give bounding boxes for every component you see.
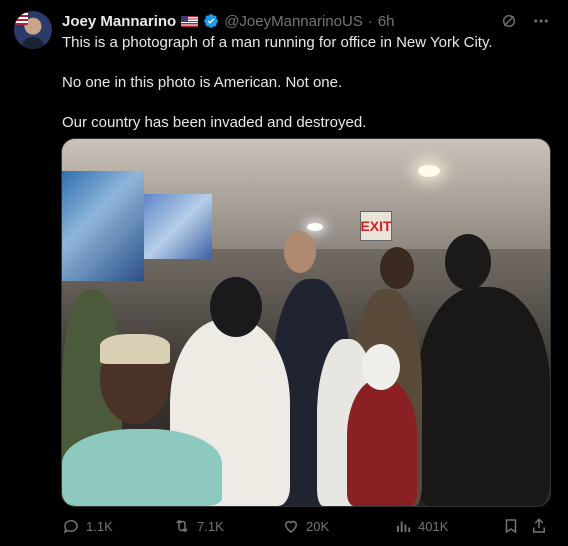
views-count: 401K	[418, 518, 449, 534]
avatar-flag	[14, 11, 28, 25]
reply-button[interactable]: 1.1K	[62, 517, 113, 535]
reply-count: 1.1K	[86, 518, 113, 534]
avatar-suit	[22, 37, 44, 49]
action-bar: 1.1K 7.1K 20K 401K	[62, 517, 548, 537]
top-right-actions	[500, 12, 550, 30]
tweet-text-line-1: This is a photograph of a man running fo…	[62, 34, 493, 51]
views-icon	[397, 521, 411, 532]
photo-person	[417, 287, 550, 506]
avatar[interactable]	[14, 11, 52, 49]
author-name[interactable]: Joey Mannarino	[62, 13, 176, 30]
like-icon	[284, 520, 298, 533]
repost-icon	[176, 519, 188, 533]
photo-person-head	[210, 277, 262, 337]
repost-button[interactable]: 7.1K	[173, 517, 224, 535]
tweet[interactable]: Joey Mannarino @JoeyMannarinoUS · 6h Thi…	[0, 0, 568, 546]
author-handle[interactable]: @JoeyMannarinoUS	[224, 13, 363, 30]
views-button[interactable]: 401K	[394, 517, 448, 535]
photo-person-head	[380, 247, 414, 289]
photo-wall-screen	[144, 194, 212, 259]
us-flag-icon	[181, 15, 199, 27]
like-button[interactable]: 20K	[282, 517, 329, 535]
separator-dot: ·	[367, 12, 373, 30]
reply-icon	[63, 519, 78, 534]
tweet-text: This is a photograph of a man running fo…	[62, 33, 542, 153]
grok-icon[interactable]	[500, 12, 518, 30]
more-icon[interactable]	[532, 12, 550, 30]
photo-person	[62, 429, 222, 506]
verified-icon	[204, 14, 219, 28]
photo-person-cap	[100, 334, 170, 364]
tweet-photo[interactable]: EXIT	[61, 138, 551, 507]
like-count: 20K	[306, 518, 330, 534]
repost-count: 7.1K	[197, 518, 224, 534]
tweet-text-line-3: Our country has been invaded and destroy…	[62, 114, 367, 131]
bookmark-button[interactable]	[502, 517, 520, 535]
photo-ceiling-light	[418, 165, 440, 177]
bookmark-icon	[505, 519, 517, 534]
photo-ceiling-light	[307, 223, 323, 231]
photo-person-head	[284, 231, 316, 273]
photo-wall-screen	[62, 171, 144, 281]
photo-person-head	[362, 344, 400, 390]
photo-person	[347, 379, 417, 506]
timestamp[interactable]: 6h	[378, 13, 395, 30]
share-icon	[533, 518, 545, 533]
tweet-text-line-2: No one in this photo is American. Not on…	[62, 74, 343, 91]
photo-exit-sign: EXIT	[360, 211, 392, 241]
share-button[interactable]	[530, 517, 548, 535]
tweet-header: Joey Mannarino @JoeyMannarinoUS · 6h	[62, 12, 395, 30]
photo-person-head	[445, 234, 491, 290]
